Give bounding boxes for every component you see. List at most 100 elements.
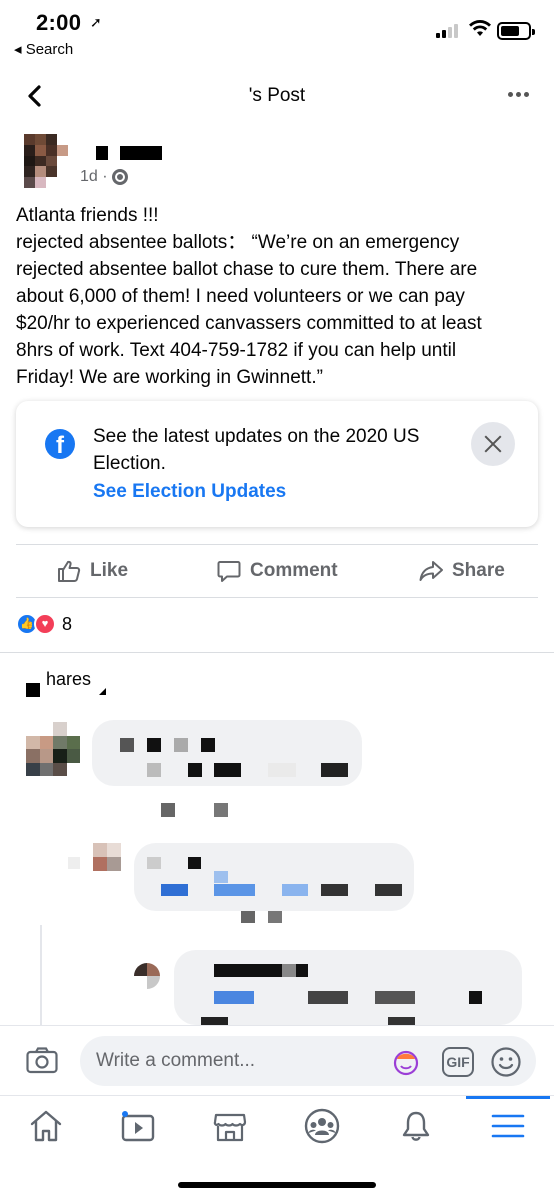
location-arrow-icon: ➚ <box>90 14 102 30</box>
more-options-icon[interactable] <box>508 92 529 97</box>
pixelated-text <box>241 911 255 923</box>
pixelated-link <box>214 884 255 896</box>
tab-menu[interactable] <box>488 1106 528 1146</box>
status-bar: 2:00 ➚ ◂ Search <box>0 0 554 68</box>
post-line: 8hrs of work. Text 404-759-1782 if you c… <box>16 340 457 361</box>
cellular-signal-icon <box>436 22 458 38</box>
close-icon[interactable] <box>471 422 515 466</box>
pixelated-text <box>174 738 188 752</box>
pixelated-text <box>388 1017 415 1025</box>
reply-avatar[interactable] <box>93 843 121 871</box>
post-text: Atlanta friends !!! rejected absentee ba… <box>16 202 540 391</box>
nested-reply-bubble-redacted[interactable] <box>174 950 522 1025</box>
share-arrow-icon <box>419 561 443 581</box>
author-name-redacted[interactable] <box>96 146 162 160</box>
page-title: 's Post <box>248 85 306 106</box>
pixelated-text <box>188 763 202 777</box>
pixelated-text <box>375 884 402 896</box>
post-line: rejected absentee ballots： “We’re on an … <box>16 232 460 253</box>
pixelated-link <box>282 884 308 896</box>
pixelated-text <box>214 803 228 817</box>
redaction-mark <box>99 688 106 695</box>
post-line: $20/hr to experienced canvassers committ… <box>16 313 482 334</box>
share-avatar[interactable] <box>26 722 80 776</box>
divider <box>16 597 538 598</box>
tab-marketplace[interactable] <box>210 1106 250 1146</box>
comment-label: Comment <box>250 560 338 581</box>
wifi-icon <box>469 20 491 36</box>
pixelated-text <box>201 738 215 752</box>
home-indicator <box>178 1182 376 1188</box>
see-election-updates-link[interactable]: See Election Updates <box>93 481 286 503</box>
thumbs-up-icon <box>58 560 81 582</box>
post-line: about 6,000 of them! I need volunteers o… <box>16 286 465 307</box>
post-line: Friday! We are working in Gwinnett.” <box>16 367 323 388</box>
post-header-bar: 's Post <box>0 70 554 122</box>
election-info-card: f See the latest updates on the 2020 US … <box>16 401 538 527</box>
divider <box>16 544 538 545</box>
shares-heading: hares <box>46 669 92 689</box>
like-button[interactable]: Like <box>56 558 128 584</box>
post-line: rejected absentee ballot chase to cure t… <box>16 259 478 280</box>
love-reaction-icon: ♥ <box>34 613 56 635</box>
emoji-icon[interactable] <box>490 1046 522 1078</box>
facebook-icon: f <box>45 429 75 459</box>
battery-icon <box>497 22 535 40</box>
marketplace-icon <box>213 1113 247 1142</box>
pixelated-text <box>321 884 348 896</box>
pixelated-text <box>268 911 282 923</box>
hamburger-menu-icon <box>491 1114 525 1138</box>
thread-line <box>40 925 42 1025</box>
reaction-summary[interactable]: 👍 ♥ 8 <box>16 613 72 635</box>
avatar-sticker-icon[interactable] <box>392 1048 420 1076</box>
tab-home[interactable] <box>26 1106 66 1146</box>
pixelated-link <box>214 991 254 1004</box>
pixelated-text <box>321 763 348 777</box>
post-timestamp[interactable]: 1d · <box>80 168 108 186</box>
post-action-bar: Like Comment Share <box>0 546 554 596</box>
section-divider <box>0 652 554 653</box>
pixelated-link <box>161 884 188 896</box>
active-tab-indicator <box>466 1096 550 1099</box>
election-card-title: See the latest updates on the 2020 US El… <box>93 426 420 474</box>
bottom-tab-bar <box>0 1095 554 1165</box>
share-label: Share <box>452 560 505 581</box>
back-to-search-link[interactable]: ◂ Search <box>14 40 73 58</box>
pixelated-text <box>282 964 296 977</box>
gif-button[interactable]: GIF <box>442 1047 474 1077</box>
groups-icon <box>304 1108 340 1144</box>
reply-bubble-redacted[interactable] <box>134 843 414 911</box>
pixelated-text <box>469 991 482 1004</box>
globe-icon <box>111 169 128 185</box>
author-avatar[interactable] <box>24 134 68 188</box>
pixelated-text <box>147 763 161 777</box>
reaction-count: 8 <box>62 613 73 634</box>
bell-icon <box>402 1111 430 1141</box>
pixelated-text <box>120 738 134 752</box>
comment-bubble-icon <box>217 561 241 582</box>
redaction-mark <box>26 683 40 697</box>
camera-icon[interactable] <box>26 1046 58 1074</box>
like-label: Like <box>90 560 129 581</box>
tab-notifications[interactable] <box>396 1106 436 1146</box>
tab-groups[interactable] <box>302 1106 342 1146</box>
pixelated-text <box>268 763 296 777</box>
video-icon <box>121 1111 155 1142</box>
post-line: Atlanta friends !!! <box>16 205 159 226</box>
status-time: 2:00 <box>36 10 82 35</box>
share-button[interactable]: Share <box>418 558 505 584</box>
pixelated-text <box>188 857 201 869</box>
pixelated-text <box>161 803 175 817</box>
pixelated-text <box>214 763 241 777</box>
pixelated-text <box>147 857 161 869</box>
pixelated-text <box>147 738 161 752</box>
comment-composer: GIF <box>0 1025 554 1095</box>
pixelated-text <box>308 991 348 1004</box>
pixelated-text <box>201 1017 228 1025</box>
home-icon <box>30 1110 62 1142</box>
pixelated-text <box>375 991 415 1004</box>
pixelated-text <box>68 857 80 869</box>
nested-reply-avatar[interactable] <box>134 963 160 989</box>
tab-watch[interactable] <box>118 1106 158 1146</box>
comment-button[interactable]: Comment <box>216 558 338 584</box>
